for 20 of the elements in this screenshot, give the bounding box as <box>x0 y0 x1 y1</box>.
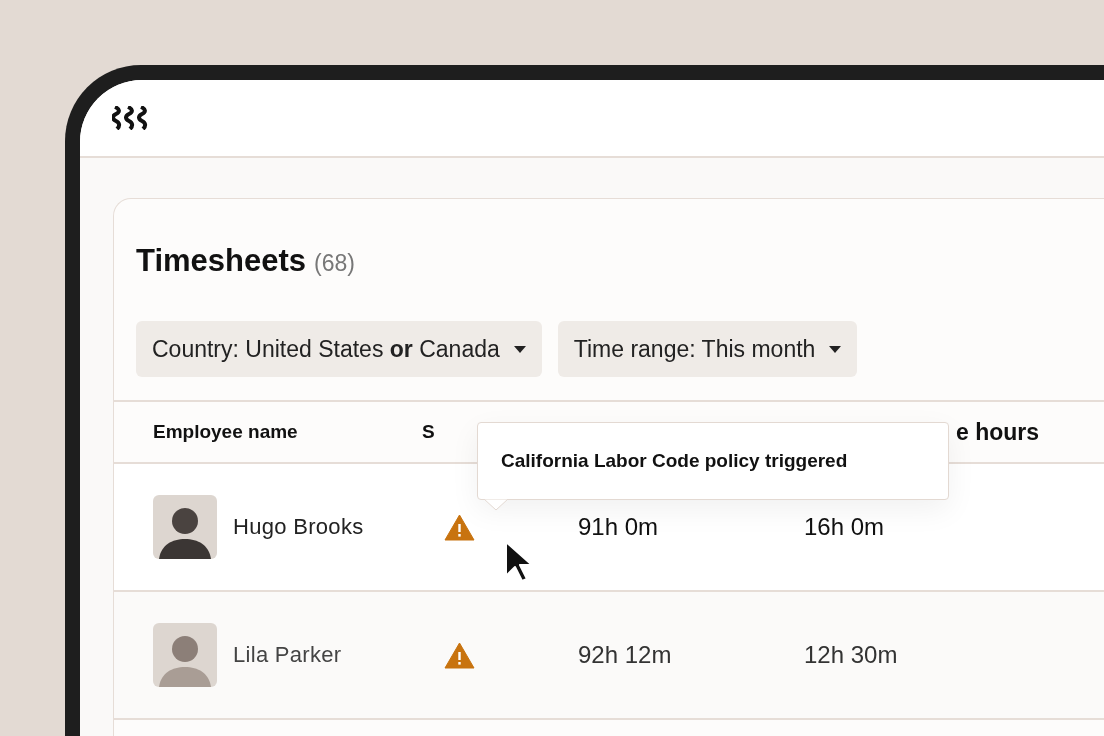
logo-icon <box>112 106 150 130</box>
employee-name: Hugo Brooks <box>233 514 364 540</box>
avatar <box>153 495 217 559</box>
table-cell: 91h 0m <box>578 513 659 541</box>
employee-name: Lila Parker <box>233 642 342 668</box>
table-cell: 92h 12m <box>578 641 672 669</box>
filter-dropdown[interactable]: Country: United States or Canada <box>136 321 542 377</box>
column-header: Employee name <box>153 421 298 443</box>
filter-dropdown[interactable]: Time range: This month <box>557 321 858 377</box>
caret-icon <box>513 345 526 353</box>
avatar <box>153 623 217 687</box>
table-cell: 16h 0m <box>804 513 885 541</box>
table-cell: 12h 30m <box>804 641 898 669</box>
tooltip: California Labor Code policy triggered <box>477 422 949 500</box>
column-header: e hours <box>956 418 1040 446</box>
page-title: Timesheets <box>136 243 306 279</box>
caret-icon <box>829 345 842 353</box>
tooltip-pointer <box>484 499 508 511</box>
count-label: (68) <box>314 250 355 277</box>
column-header: S <box>422 421 435 443</box>
